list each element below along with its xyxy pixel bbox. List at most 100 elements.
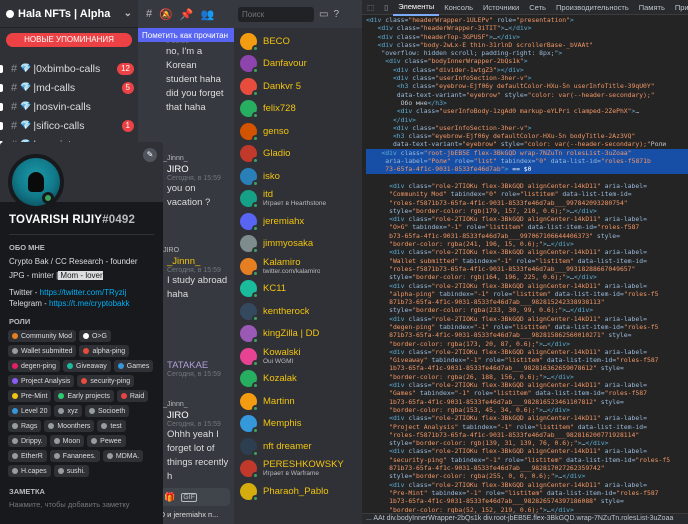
role-chip[interactable]: Giveaway <box>63 360 111 372</box>
message-author[interactable]: JIRO <box>167 164 232 175</box>
avatar[interactable] <box>8 154 64 210</box>
member-item[interactable]: KC11 <box>240 278 360 300</box>
avatar <box>240 122 259 142</box>
inspect-icon[interactable]: ⬚ <box>362 0 379 15</box>
mark-as-read-bar[interactable]: Пометить как прочитан <box>138 28 234 42</box>
member-item[interactable]: felix728 <box>240 98 360 120</box>
devtools-tab[interactable]: Сеть <box>524 0 551 15</box>
mention-badge: 1 <box>121 119 134 132</box>
gif-button[interactable]: GIF <box>181 492 197 502</box>
role-chip[interactable]: alpha-ping <box>79 345 130 357</box>
member-item[interactable]: genso <box>240 120 360 142</box>
role-chip[interactable]: Socioeth <box>84 405 130 417</box>
role-chip[interactable]: Drippy. <box>8 435 47 447</box>
role-chip[interactable]: MDMA. <box>102 450 144 462</box>
twitter-link[interactable]: https://twitter.com/TRyzij <box>40 288 127 297</box>
help-icon[interactable]: ? <box>333 9 339 20</box>
member-name: Kowalski <box>263 346 301 358</box>
member-item[interactable]: nft dreamer <box>240 435 360 457</box>
member-item[interactable]: Gladio <box>240 143 360 165</box>
member-item[interactable]: Kozalak <box>240 368 360 390</box>
devtools-tab[interactable]: Консоль <box>439 0 478 15</box>
role-chip[interactable]: xyz <box>54 405 82 417</box>
role-chip[interactable]: Raid <box>116 390 149 402</box>
role-chip[interactable]: Community Mod <box>8 330 76 342</box>
role-chip[interactable]: O>G <box>78 330 111 342</box>
devtools-tab[interactable]: Элементы <box>393 0 440 16</box>
role-chip[interactable]: Rags <box>8 420 42 432</box>
role-color-dot <box>48 423 55 429</box>
member-item[interactable]: kentherock <box>240 300 360 322</box>
member-item[interactable]: kingZilla | DD <box>240 323 360 345</box>
channel-item[interactable]: # 💎 |md-calls 5 <box>0 78 138 97</box>
member-item[interactable]: itd Играет в Hearthstone <box>240 188 360 210</box>
message-time: Сегодня, в 15:59 <box>167 371 221 378</box>
avatar <box>240 77 259 97</box>
member-item[interactable]: Pharaoh_Pablo <box>240 480 360 502</box>
role-chip[interactable]: Fananees. <box>49 450 100 462</box>
member-item[interactable]: Martinn <box>240 390 360 412</box>
pencil-icon[interactable]: ✎ <box>143 148 157 162</box>
members-icon[interactable]: 👥 <box>201 8 215 21</box>
search-input[interactable]: Поиск <box>238 6 314 22</box>
role-chip[interactable]: Level 20 <box>8 405 52 417</box>
role-chip[interactable]: Games <box>113 360 154 372</box>
message-author[interactable]: JIRO <box>167 410 232 421</box>
chevron-down-icon[interactable]: ⌄ <box>124 8 132 19</box>
role-chip[interactable]: Early projects <box>54 390 114 402</box>
member-name: Kozalak <box>263 373 297 384</box>
role-chip[interactable]: sushi. <box>53 465 89 477</box>
note-input[interactable]: Нажмите, чтобы добавить заметку <box>9 500 154 509</box>
role-chip[interactable]: security-ping <box>77 375 135 387</box>
telegram-link[interactable]: https://t.me/cryptobakk <box>49 299 129 308</box>
role-chip[interactable]: H.capes <box>8 465 51 477</box>
member-name: isko <box>263 170 280 182</box>
role-chip[interactable]: Moonthers <box>44 420 95 432</box>
message-author[interactable]: TATAKAE <box>167 360 221 371</box>
member-item[interactable]: Kowalski Oui WGMI <box>240 345 360 367</box>
avatar <box>240 145 259 164</box>
member-name: Memphis <box>263 418 302 429</box>
member-item[interactable]: Dankvr 5 <box>240 75 360 97</box>
message-author[interactable]: _Jinnn_ <box>167 256 232 267</box>
role-chip[interactable]: Project Analysis <box>8 375 75 387</box>
member-item[interactable]: Memphis <box>240 413 360 435</box>
role-chip[interactable]: Moon <box>49 435 85 447</box>
gift-icon[interactable]: 🎁 <box>164 492 175 503</box>
hash-icon: # <box>11 100 18 113</box>
bell-slash-icon[interactable]: 🔕 <box>159 8 173 21</box>
member-item[interactable]: BECO <box>240 30 360 52</box>
threads-icon[interactable]: # <box>146 8 152 20</box>
role-chip[interactable]: degen-ping <box>8 360 61 372</box>
role-color-dot <box>12 363 18 369</box>
member-item[interactable]: Danfavour <box>240 53 360 75</box>
member-item[interactable]: PERESHKOWSKY Играет в Warframe <box>240 458 360 480</box>
channel-item[interactable]: # 💎 |nosvin-calls <box>0 97 138 116</box>
channel-item[interactable]: # 💎 |0xbimbo-calls 12 <box>0 59 138 78</box>
role-chip[interactable]: test <box>97 420 126 432</box>
role-chip[interactable]: Pewee <box>87 435 126 447</box>
avatar <box>240 280 259 299</box>
server-header[interactable]: Hala NFTs | Alpha ⌄ <box>0 0 138 28</box>
devtools-tab[interactable]: Прил <box>670 0 688 15</box>
about-text: Crypto Bak / CC Research - founder JPG -… <box>9 257 138 308</box>
devtools-tab[interactable]: Память <box>634 0 670 15</box>
devtools-breadcrumb[interactable]: ... AAt div.bodyInnerWrapper-2bQs1k div.… <box>362 513 688 524</box>
dom-tree[interactable]: <div class="headerWrapper-1ULEPv" role="… <box>362 15 688 522</box>
role-chip[interactable]: Wallet submitted <box>8 345 77 357</box>
role-chip[interactable]: EtherR <box>8 450 47 462</box>
channel-item[interactable]: # 💎 |sifico-calls 1 <box>0 116 138 135</box>
device-icon[interactable]: ▯ <box>379 0 393 15</box>
member-item[interactable]: jimmyosaka <box>240 233 360 255</box>
member-item[interactable]: isko <box>240 165 360 187</box>
member-item[interactable]: Kalamiro twitter.com/kalamiro <box>240 255 360 277</box>
devtools-tab[interactable]: Источники <box>478 0 524 15</box>
inbox-icon[interactable]: ▭ <box>319 9 328 20</box>
member-item[interactable]: jeremiahx <box>240 210 360 232</box>
role-chip[interactable]: Pre-Mint <box>8 390 52 402</box>
channel-label: |nosvin-calls <box>33 100 91 113</box>
pin-icon[interactable]: 📌 <box>180 8 194 21</box>
devtools-tab[interactable]: Производительность <box>551 0 634 15</box>
new-mentions-pill[interactable]: НОВЫЕ УПОМИНАНИЯ <box>6 33 132 47</box>
avatar <box>240 167 259 187</box>
